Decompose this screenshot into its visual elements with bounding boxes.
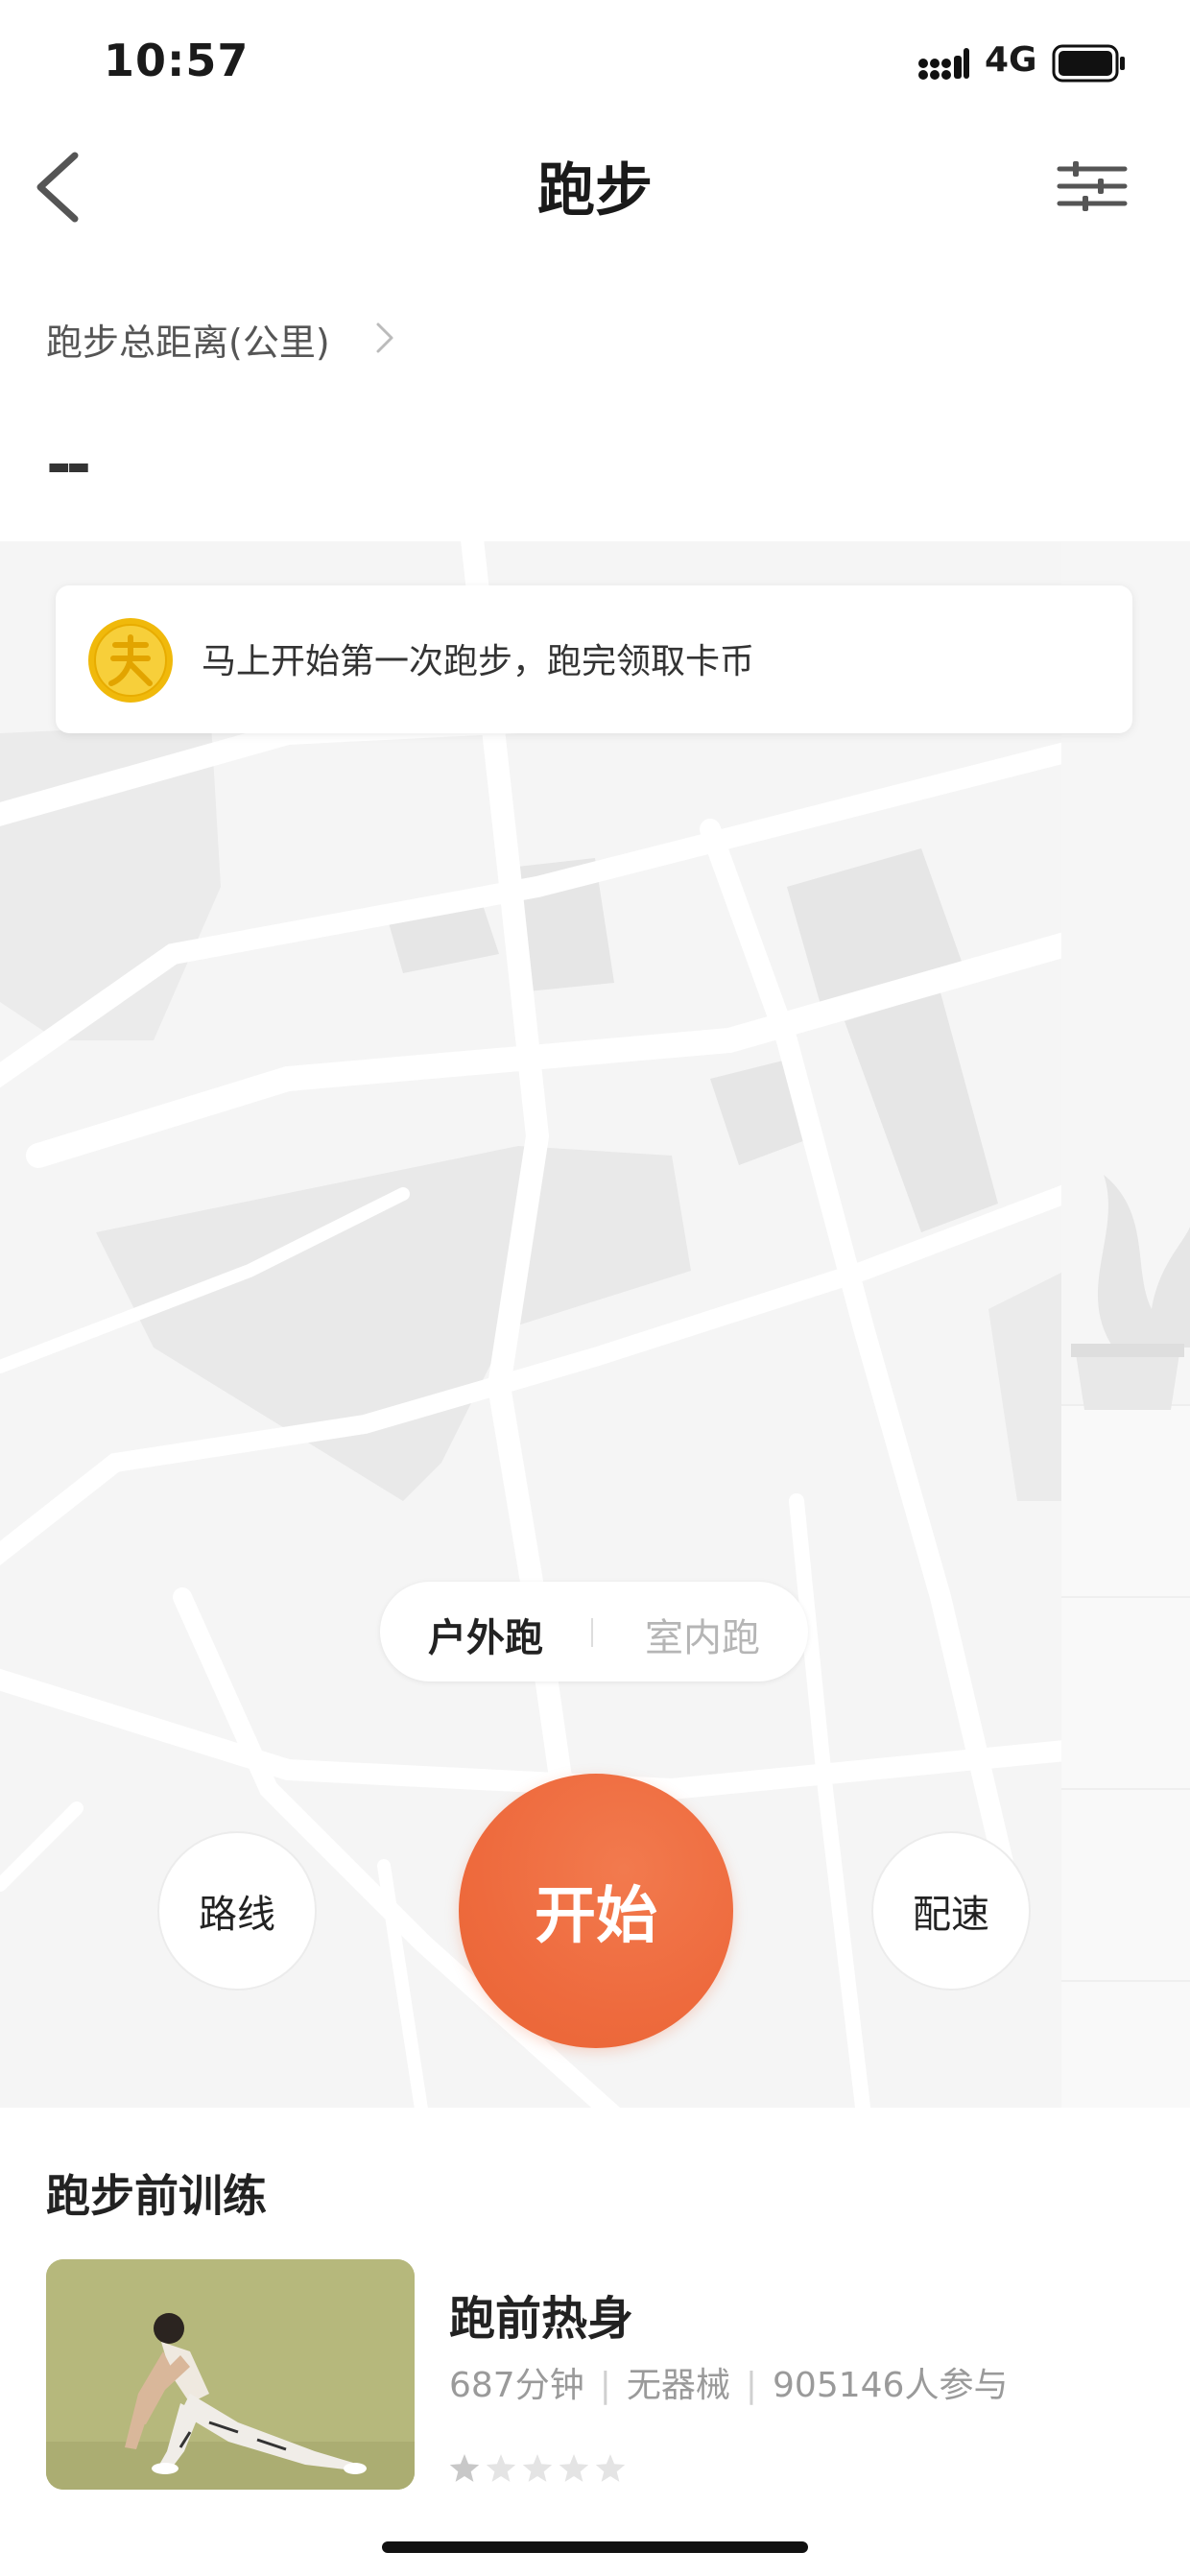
section-title: 跑步前训练 <box>46 2170 267 2222</box>
distance-label[interactable]: 跑步总距离(公里) <box>46 313 330 366</box>
home-indicator[interactable] <box>382 2541 808 2553</box>
banner-text: 马上开始第一次跑步，跑完领取卡币 <box>202 642 755 681</box>
rating-stars <box>449 2454 626 2482</box>
meta-separator: | <box>745 2366 758 2405</box>
chevron-left-icon <box>36 152 79 223</box>
course-card[interactable]: 跑前热身 687分钟 | 无器械 | 905146人参与 <box>46 2259 1150 2490</box>
settings-button[interactable] <box>1056 159 1129 213</box>
training-panel: 跑步前训练 跑前热身 687分钟 | 无器械 | 905146人参与 <box>0 2133 1190 2576</box>
star-empty-icon <box>595 2454 626 2482</box>
start-button[interactable]: 开始 <box>459 1774 733 2048</box>
signal-icon <box>918 48 969 80</box>
star-empty-icon <box>522 2454 553 2482</box>
distance-value: -- <box>46 430 91 501</box>
mode-divider <box>591 1618 593 1647</box>
course-equipment: 无器械 <box>626 2366 730 2405</box>
star-filled-icon <box>449 2454 480 2482</box>
back-button[interactable] <box>29 144 96 230</box>
athlete-stretch-image <box>46 2259 415 2490</box>
pace-button-label: 配速 <box>913 1893 989 1937</box>
meta-separator: | <box>599 2366 611 2405</box>
route-button[interactable]: 路线 <box>157 1831 317 1991</box>
sliders-icon <box>1057 161 1128 211</box>
run-mode-toggle: 户外跑 室内跑 <box>380 1582 808 1682</box>
tab-outdoor-run[interactable]: 户外跑 <box>428 1607 543 1662</box>
star-empty-icon <box>559 2454 589 2482</box>
course-thumbnail <box>46 2259 415 2490</box>
course-title: 跑前热身 <box>449 2292 634 2346</box>
course-meta: 687分钟 | 无器械 | 905146人参与 <box>449 2357 1008 2407</box>
course-participants: 905146人参与 <box>773 2366 1009 2405</box>
battery-icon <box>1052 44 1125 83</box>
start-button-label: 开始 <box>535 1881 657 1952</box>
pace-button[interactable]: 配速 <box>871 1831 1031 1991</box>
tab-indoor-run[interactable]: 室内跑 <box>645 1607 760 1662</box>
course-duration: 687分钟 <box>449 2366 584 2405</box>
promo-banner[interactable]: 马上开始第一次跑步，跑完领取卡币 <box>56 585 1132 733</box>
route-button-label: 路线 <box>199 1893 275 1937</box>
page-title: 跑步 <box>537 157 653 225</box>
network-type: 4G <box>985 40 1037 80</box>
chevron-right-icon[interactable] <box>374 321 395 355</box>
coin-icon <box>88 618 173 703</box>
status-time: 10:57 <box>104 35 250 86</box>
star-empty-icon <box>486 2454 516 2482</box>
